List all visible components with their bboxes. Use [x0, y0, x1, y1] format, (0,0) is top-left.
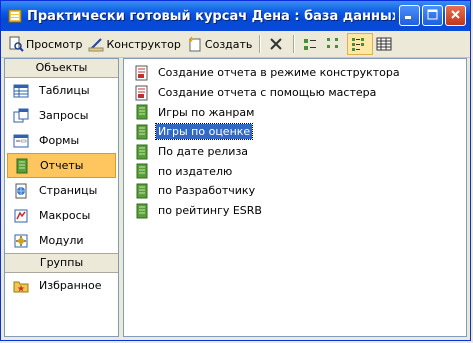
report-icon — [134, 203, 150, 219]
design-button[interactable]: Конструктор — [85, 33, 183, 55]
title-bar[interactable]: Практически готовый курсач Дена : база д… — [1, 1, 470, 31]
list-item-label: по рейтингу ESRB — [158, 204, 262, 218]
list-item[interactable]: Игры по оценке — [124, 122, 466, 142]
main-content: Объекты Таблицы Запросы Формы Отчеты Стр… — [4, 58, 467, 337]
list-item-label: Игры по жанрам — [158, 105, 255, 119]
toolbar-separator — [259, 35, 262, 53]
minimize-icon — [404, 9, 415, 23]
objects-header[interactable]: Объекты — [5, 59, 118, 78]
list-item[interactable]: Игры по жанрам — [124, 102, 466, 122]
report-icon — [134, 183, 150, 199]
details-view-icon — [376, 36, 392, 52]
sidebar-item-modules[interactable]: Модули — [5, 228, 118, 253]
list-item-label: Создание отчета с помощью мастера — [158, 86, 377, 100]
large-icons-icon — [302, 36, 318, 52]
list-item[interactable]: по рейтингу ESRB — [124, 201, 466, 221]
list-view-icon — [351, 36, 367, 52]
sidebar-item-label: Избранное — [39, 279, 102, 292]
small-icons-button[interactable] — [323, 33, 347, 55]
groups-header[interactable]: Группы — [5, 253, 118, 273]
maximize-button[interactable] — [422, 5, 443, 26]
sidebar-item-label: Отчеты — [40, 159, 84, 172]
design-icon — [88, 36, 104, 52]
preview-label: Просмотр — [26, 37, 83, 51]
macro-icon — [13, 208, 29, 224]
toolbar-separator — [293, 35, 296, 53]
design-label: Конструктор — [106, 37, 181, 51]
sidebar-item-label: Таблицы — [39, 84, 90, 97]
delete-button[interactable] — [265, 33, 289, 55]
list-item-label: Игры по оценке — [154, 123, 254, 141]
list-item[interactable]: Создание отчета с помощью мастера — [124, 83, 466, 103]
new-icon — [187, 36, 203, 52]
preview-icon — [8, 36, 24, 52]
sidebar-item-queries[interactable]: Запросы — [5, 103, 118, 128]
report-icon — [134, 124, 150, 140]
sidebar-item-pages[interactable]: Страницы — [5, 178, 118, 203]
list-item-label: по Разработчику — [158, 184, 256, 198]
sidebar-item-label: Макросы — [39, 209, 91, 222]
sidebar-item-reports[interactable]: Отчеты — [7, 153, 116, 178]
sidebar-item-favorites[interactable]: Избранное — [5, 273, 118, 298]
list-item[interactable]: Создание отчета в режиме конструктора — [124, 63, 466, 83]
list-item-label: по издателю — [158, 164, 233, 178]
sidebar-item-tables[interactable]: Таблицы — [5, 78, 118, 103]
favorites-icon — [13, 278, 29, 294]
database-window: Практически готовый курсач Дена : база д… — [0, 0, 471, 341]
page-icon — [13, 183, 29, 199]
maximize-icon — [427, 9, 438, 23]
report-icon — [134, 144, 150, 160]
wizard-icon — [134, 85, 150, 101]
sidebar-item-label: Модули — [39, 234, 84, 247]
window-title: Практически готовый курсач Дена : база д… — [27, 8, 395, 24]
form-icon — [13, 133, 29, 149]
create-button[interactable]: Создать — [184, 33, 256, 55]
sidebar-item-macros[interactable]: Макросы — [5, 203, 118, 228]
objects-list: Создание отчета в режиме конструктора Со… — [123, 58, 467, 337]
sidebar-item-label: Запросы — [39, 109, 89, 122]
list-item-label: По дате релиза — [158, 145, 249, 159]
list-item[interactable]: По дате релиза — [124, 142, 466, 162]
query-icon — [13, 108, 29, 124]
module-icon — [13, 233, 29, 249]
table-icon — [13, 83, 29, 99]
details-view-button[interactable] — [373, 33, 397, 55]
sidebar-item-label: Страницы — [39, 184, 98, 197]
small-icons-icon — [326, 36, 342, 52]
sidebar-item-forms[interactable]: Формы — [5, 128, 118, 153]
wizard-icon — [134, 65, 150, 81]
preview-button[interactable]: Просмотр — [5, 33, 85, 55]
list-item-label: Создание отчета в режиме конструктора — [158, 66, 400, 80]
list-item[interactable]: по Разработчику — [124, 181, 466, 201]
toolbar: Просмотр Конструктор Создать — [1, 31, 470, 58]
close-button[interactable] — [445, 5, 466, 26]
list-view-button[interactable] — [347, 33, 374, 55]
report-icon — [134, 163, 150, 179]
report-icon — [134, 104, 150, 120]
create-label: Создать — [204, 37, 253, 51]
sidebar-item-label: Формы — [39, 134, 80, 147]
delete-icon — [268, 36, 284, 52]
list-item[interactable]: по издателю — [124, 161, 466, 181]
report-icon — [14, 158, 30, 174]
minimize-button[interactable] — [399, 5, 420, 26]
database-icon — [7, 8, 23, 24]
close-icon — [450, 9, 461, 23]
objects-bar: Объекты Таблицы Запросы Формы Отчеты Стр… — [4, 58, 119, 337]
large-icons-button[interactable] — [299, 33, 323, 55]
